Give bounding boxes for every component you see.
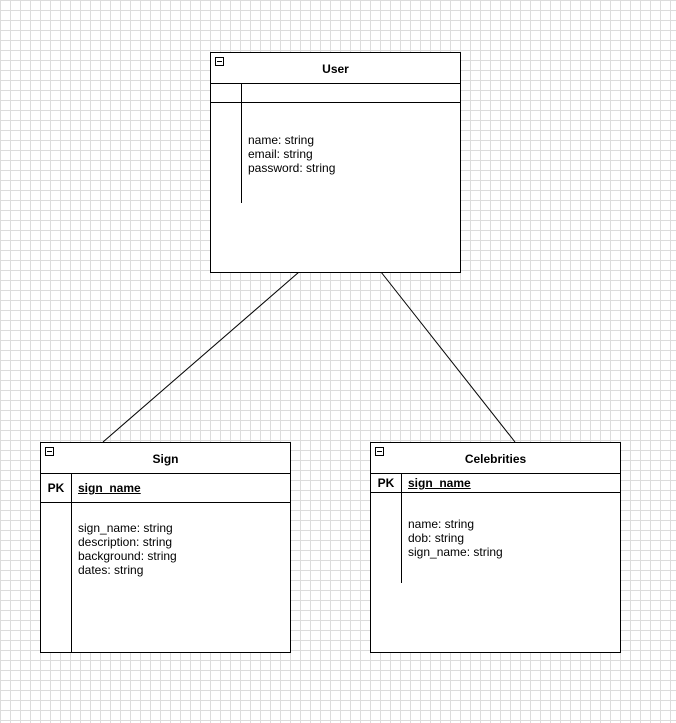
field-item: email: string — [248, 147, 313, 161]
user-celebrities-connector[interactable] — [380, 271, 516, 443]
primary-key-label: PK — [377, 476, 395, 490]
user-field-list: name: string email: string password: str… — [248, 133, 335, 175]
sign-table-header[interactable]: Sign — [41, 443, 290, 474]
sign-table-title: Sign — [152, 452, 179, 466]
sign-key-divider — [71, 474, 72, 653]
celebrities-table-header[interactable]: Celebrities — [371, 443, 620, 474]
celebrities-key-row[interactable]: PK sign_name — [371, 474, 620, 493]
user-table[interactable]: User name: string email: string password… — [210, 52, 461, 273]
field-item: sign_name: string — [408, 545, 503, 559]
sign-field-list: sign_name: string description: string ba… — [78, 521, 177, 577]
primary-key-label: PK — [47, 481, 65, 495]
user-sign-connector[interactable] — [102, 271, 300, 443]
field-item: background: string — [78, 549, 177, 563]
field-item: password: string — [248, 161, 336, 175]
user-key-row[interactable] — [211, 84, 460, 103]
field-item: name: string — [248, 133, 315, 147]
field-item: dates: string — [78, 563, 144, 577]
user-key-divider — [241, 84, 242, 203]
primary-key-name: sign_name — [78, 481, 141, 495]
sign-key-row[interactable]: PK sign_name — [41, 474, 290, 503]
celebrities-key-divider — [401, 474, 402, 583]
field-item: dob: string — [408, 531, 465, 545]
primary-key-name: sign_name — [408, 476, 471, 490]
user-table-header[interactable]: User — [211, 53, 460, 84]
field-item: name: string — [408, 517, 475, 531]
field-item: sign_name: string — [78, 521, 173, 535]
user-table-title: User — [322, 62, 349, 76]
sign-table[interactable]: Sign PK sign_name sign_name: string desc… — [40, 442, 291, 653]
field-item: description: string — [78, 535, 173, 549]
celebrities-table-title: Celebrities — [464, 452, 527, 466]
celebrities-field-list: name: string dob: string sign_name: stri… — [408, 517, 503, 559]
celebrities-table[interactable]: Celebrities PK sign_name name: string do… — [370, 442, 621, 653]
